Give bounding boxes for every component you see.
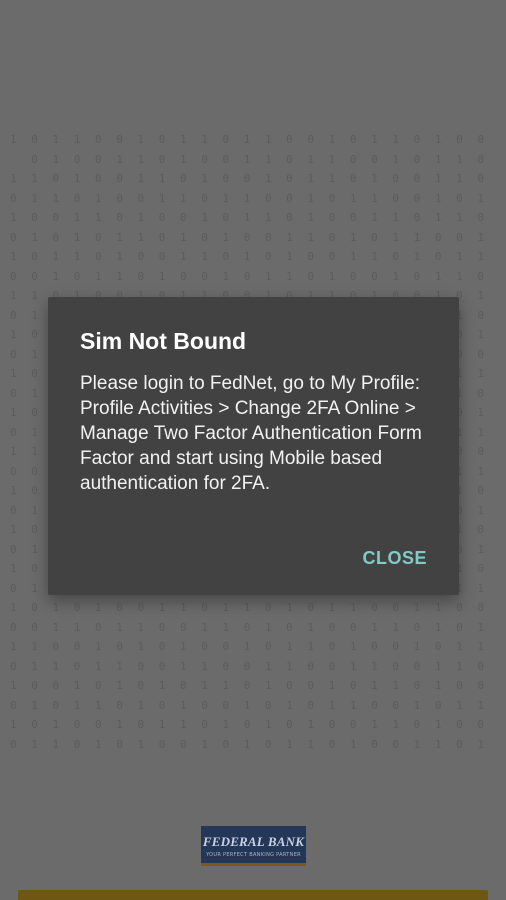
dialog-message: Please login to FedNet, go to My Profile…: [80, 373, 422, 494]
app-screen: 1 0 1 1 0 0 1 0 1 1 0 1 1 0 0 1 0 1 1 0 …: [0, 0, 506, 900]
dialog-title: Sim Not Bound: [80, 328, 247, 354]
bottom-action-bar: [18, 890, 488, 900]
logo-title: FEDERAL BANK: [202, 834, 305, 849]
sim-not-bound-dialog: Sim Not Bound Please login to FedNet, go…: [48, 297, 459, 595]
federal-bank-logo: FEDERAL BANK YOUR PERFECT BANKING PARTNE…: [201, 826, 306, 866]
logo-tagline: YOUR PERFECT BANKING PARTNER: [206, 852, 301, 858]
close-button[interactable]: CLOSE: [362, 548, 427, 569]
